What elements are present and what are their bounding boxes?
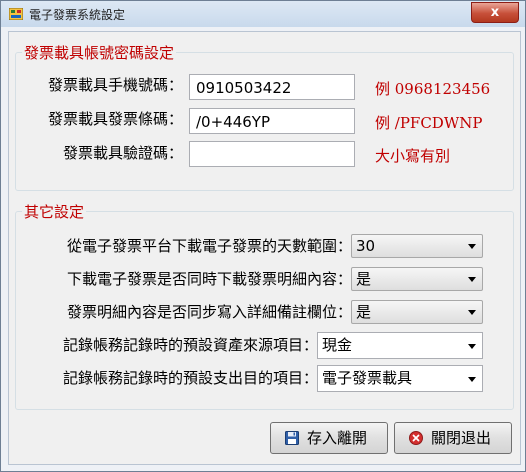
phone-label: 發票載具手機號碼： bbox=[47, 76, 183, 94]
days-range-select[interactable]: 30 bbox=[351, 234, 483, 258]
download-detail-value: 是 bbox=[356, 270, 372, 288]
chevron-down-icon bbox=[468, 277, 476, 282]
asset-source-value: 現金 bbox=[322, 336, 353, 354]
save-exit-label: 存入離開 bbox=[307, 429, 368, 447]
barcode-hint: 例 /PFCDWNP bbox=[375, 114, 483, 132]
other-settings-group: 其它設定 從電子發票平台下載電子發票的天數範圍： 30 下載電子發票是否同時下載… bbox=[15, 201, 514, 410]
sync-notes-select[interactable]: 是 bbox=[351, 300, 483, 324]
carrier-group-legend: 發票載具帳號密碼設定 bbox=[22, 42, 177, 63]
expense-target-label: 記錄帳務記錄時的預設支出目的項目： bbox=[62, 369, 318, 387]
close-exit-label: 關閉退出 bbox=[431, 429, 492, 447]
verify-code-input[interactable] bbox=[189, 141, 355, 167]
other-group-legend: 其它設定 bbox=[22, 201, 87, 222]
phone-input[interactable]: 0910503422 bbox=[189, 74, 355, 100]
verify-label: 發票載具驗證碼： bbox=[62, 144, 183, 162]
days-range-value: 30 bbox=[356, 237, 376, 255]
sync-notes-value: 是 bbox=[356, 303, 372, 321]
window-close-button[interactable]: x bbox=[471, 2, 519, 23]
title-bar: 電子發票系統設定 x bbox=[1, 1, 525, 27]
verify-hint: 大小寫有別 bbox=[375, 147, 451, 165]
chevron-down-icon bbox=[468, 344, 476, 349]
app-icon bbox=[9, 8, 23, 20]
expense-target-value: 電子發票載具 bbox=[322, 369, 413, 387]
barcode-label: 發票載具發票條碼： bbox=[47, 110, 183, 128]
close-exit-button[interactable]: 關閉退出 bbox=[394, 422, 512, 454]
chevron-down-icon bbox=[468, 244, 476, 249]
floppy-disk-icon bbox=[285, 431, 299, 445]
red-x-circle-icon bbox=[409, 431, 423, 445]
days-range-label: 從電子發票平台下載電子發票的天數範圍： bbox=[66, 237, 352, 255]
barcode-input[interactable]: /0+446YP bbox=[189, 108, 355, 134]
download-detail-label: 下載電子發票是否同時下載發票明細內容： bbox=[66, 270, 352, 288]
chevron-down-icon bbox=[468, 310, 476, 315]
client-area: 發票載具帳號密碼設定 發票載具手機號碼： 0910503422 例 096812… bbox=[8, 31, 521, 465]
save-exit-button[interactable]: 存入離開 bbox=[270, 422, 388, 454]
sync-notes-label: 發票明細內容是否同步寫入詳細備註欄位： bbox=[66, 303, 352, 321]
window-title: 電子發票系統設定 bbox=[29, 8, 126, 22]
download-detail-select[interactable]: 是 bbox=[351, 267, 483, 291]
expense-target-select[interactable]: 電子發票載具 bbox=[317, 365, 483, 392]
asset-source-label: 記錄帳務記錄時的預設資產來源項目： bbox=[62, 336, 318, 354]
chevron-down-icon bbox=[468, 377, 476, 382]
carrier-settings-group: 發票載具帳號密碼設定 發票載具手機號碼： 0910503422 例 096812… bbox=[15, 42, 514, 191]
settings-window: 電子發票系統設定 x 發票載具帳號密碼設定 發票載具手機號碼： 09105034… bbox=[0, 0, 526, 472]
asset-source-select[interactable]: 現金 bbox=[317, 332, 483, 359]
phone-hint: 例 0968123456 bbox=[375, 80, 491, 98]
close-icon: x bbox=[490, 5, 500, 20]
